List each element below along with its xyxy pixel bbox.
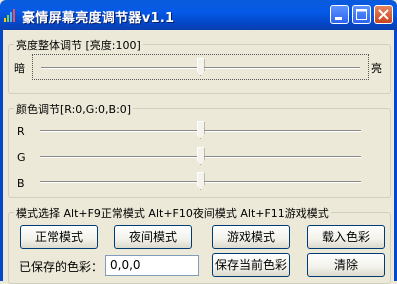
maximize-icon xyxy=(356,9,367,20)
window-title: 豪情屏幕亮度调节器v1.1 xyxy=(22,11,175,26)
game-mode-button[interactable]: 游戏模式 xyxy=(212,225,290,249)
green-slider-thumb[interactable] xyxy=(196,147,205,165)
save-color-button[interactable]: 保存当前色彩 xyxy=(212,253,290,277)
saved-color-field[interactable]: 0,0,0 xyxy=(105,255,199,276)
mode-group: 模式选择 Alt+F9正常模式 Alt+F10夜间模式 Alt+F11游戏模式 … xyxy=(8,205,391,284)
title-bar[interactable]: 豪情屏幕亮度调节器v1.1 xyxy=(0,0,397,30)
brightness-group-title: 亮度整体调节 [亮度:100] xyxy=(14,37,143,53)
signal-bars-icon xyxy=(4,8,18,22)
red-slider-thumb[interactable] xyxy=(196,121,205,139)
brightness-group: 亮度整体调节 [亮度:100] 暗 亮 xyxy=(8,37,391,94)
brightness-slider[interactable] xyxy=(32,54,369,80)
minimize-icon xyxy=(335,17,342,20)
normal-mode-button[interactable]: 正常模式 xyxy=(20,225,98,249)
blue-slider[interactable] xyxy=(32,171,369,193)
dark-label: 暗 xyxy=(14,62,25,75)
green-slider[interactable] xyxy=(32,146,369,168)
red-slider[interactable] xyxy=(32,120,369,142)
b-label: B xyxy=(17,177,25,190)
night-mode-button[interactable]: 夜间模式 xyxy=(114,225,192,249)
color-group: 颜色调节[R:0,G:0,B:0] R G B xyxy=(8,101,391,198)
minimize-button[interactable] xyxy=(330,5,349,24)
mode-group-title: 模式选择 Alt+F9正常模式 Alt+F10夜间模式 Alt+F11游戏模式 xyxy=(14,205,331,221)
saved-color-label: 已保存的色彩： xyxy=(19,260,104,274)
clear-button[interactable]: 清除 xyxy=(307,253,385,277)
blue-slider-thumb[interactable] xyxy=(196,172,205,190)
brightness-slider-thumb[interactable] xyxy=(196,58,205,76)
maximize-button[interactable] xyxy=(352,5,371,24)
bright-label: 亮 xyxy=(371,62,382,75)
close-button[interactable] xyxy=(374,5,393,24)
g-label: G xyxy=(17,151,26,164)
window-body: 亮度整体调节 [亮度:100] 暗 亮 颜色调节[R:0,G:0,B:0] R … xyxy=(0,30,397,284)
close-icon xyxy=(378,9,389,20)
load-color-button[interactable]: 载入色彩 xyxy=(307,225,385,249)
color-group-title: 颜色调节[R:0,G:0,B:0] xyxy=(14,101,134,117)
r-label: R xyxy=(17,125,25,138)
